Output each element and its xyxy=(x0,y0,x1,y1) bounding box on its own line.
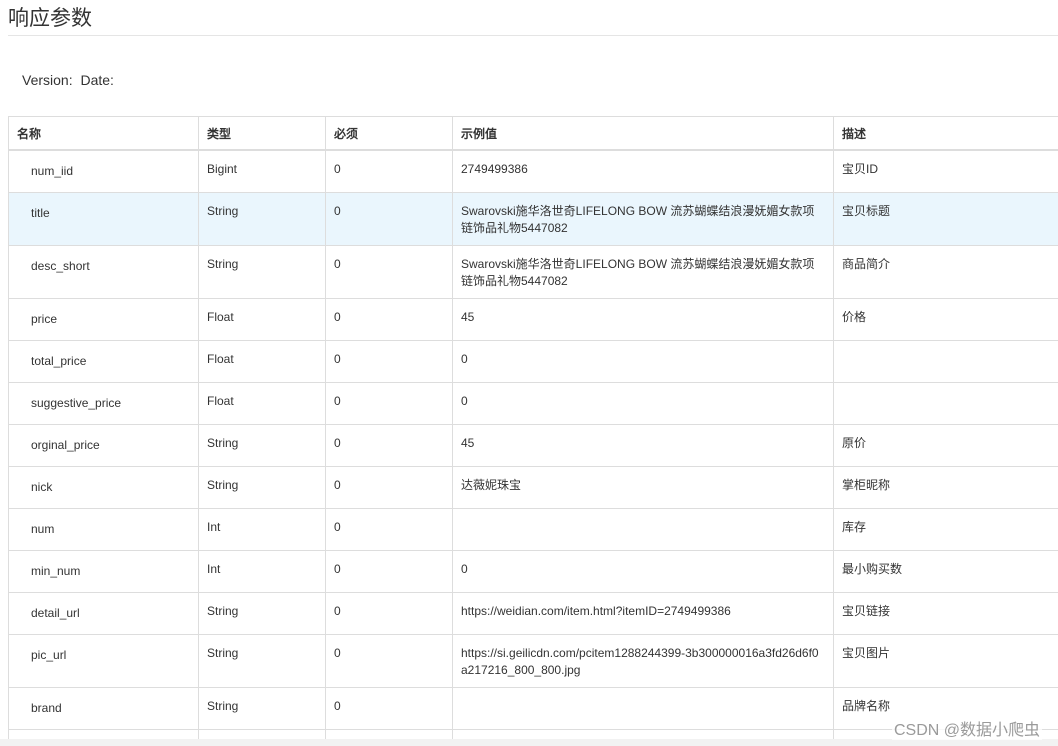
param-type: String xyxy=(198,634,326,688)
param-example: 0 xyxy=(452,382,834,425)
param-required: 0 xyxy=(325,192,453,246)
param-type: Float xyxy=(198,340,326,383)
api-doc-page: 响应参数 Version: Date: 名称 类型 必须 示例值 描述 num_… xyxy=(0,0,1058,746)
param-example: https://si.geilicdn.com/pcitem1288244399… xyxy=(452,634,834,688)
param-name: title xyxy=(8,192,199,246)
param-example: 0 xyxy=(452,340,834,383)
param-name: suggestive_price xyxy=(8,382,199,425)
param-type: String xyxy=(198,592,326,635)
param-type: String xyxy=(198,424,326,467)
table-row: nick String 0 达薇妮珠宝 掌柜昵称 xyxy=(8,466,1058,509)
table-row: suggestive_price Float 0 0 xyxy=(8,382,1058,425)
param-type: String xyxy=(198,466,326,509)
param-type: Float xyxy=(198,298,326,341)
header-required: 必须 xyxy=(325,116,453,151)
table-row: total_price Float 0 0 xyxy=(8,340,1058,383)
param-description: 最小购买数 xyxy=(833,550,1058,593)
param-type: Int xyxy=(198,550,326,593)
param-name: num xyxy=(8,508,199,551)
param-name: detail_url xyxy=(8,592,199,635)
header-type: 类型 xyxy=(198,116,326,151)
header-example: 示例值 xyxy=(452,116,834,151)
param-description: 掌柜昵称 xyxy=(833,466,1058,509)
page-bottom-band xyxy=(0,739,1058,746)
param-type: Float xyxy=(198,382,326,425)
table-row: min_num Int 0 0 最小购买数 xyxy=(8,550,1058,593)
param-description: 宝贝标题 xyxy=(833,192,1058,246)
param-type: String xyxy=(198,192,326,246)
param-name: orginal_price xyxy=(8,424,199,467)
param-description xyxy=(833,340,1058,383)
version-label: Version: xyxy=(22,72,73,88)
param-example: 达薇妮珠宝 xyxy=(452,466,834,509)
table-header-row: 名称 类型 必须 示例值 描述 xyxy=(8,116,1058,151)
param-name: total_price xyxy=(8,340,199,383)
param-description: 原价 xyxy=(833,424,1058,467)
param-example: Swarovski施华洛世奇LIFELONG BOW 流苏蝴蝶结浪漫妩媚女款项链… xyxy=(452,192,834,246)
table-row: title String 0 Swarovski施华洛世奇LIFELONG BO… xyxy=(8,192,1058,246)
param-type: String xyxy=(198,245,326,299)
param-example: 45 xyxy=(452,298,834,341)
param-example: Swarovski施华洛世奇LIFELONG BOW 流苏蝴蝶结浪漫妩媚女款项链… xyxy=(452,245,834,299)
param-type: Bigint xyxy=(198,149,326,193)
param-name: brand xyxy=(8,687,199,730)
param-required: 0 xyxy=(325,550,453,593)
param-required: 0 xyxy=(325,592,453,635)
param-example xyxy=(452,687,834,730)
param-required: 0 xyxy=(325,298,453,341)
param-description xyxy=(833,382,1058,425)
title-divider xyxy=(8,35,1058,36)
param-name: desc_short xyxy=(8,245,199,299)
param-description: 价格 xyxy=(833,298,1058,341)
section-title: 响应参数 xyxy=(8,7,92,30)
param-description: 宝贝ID xyxy=(833,149,1058,193)
param-required: 0 xyxy=(325,382,453,425)
table-row: orginal_price String 0 45 原价 xyxy=(8,424,1058,467)
param-example: 45 xyxy=(452,424,834,467)
param-type: Int xyxy=(198,508,326,551)
param-example: 0 xyxy=(452,550,834,593)
param-description: 库存 xyxy=(833,508,1058,551)
table-row: detail_url String 0 https://weidian.com/… xyxy=(8,592,1058,635)
param-required: 0 xyxy=(325,466,453,509)
param-description: 商品简介 xyxy=(833,245,1058,299)
param-required: 0 xyxy=(325,340,453,383)
header-name: 名称 xyxy=(8,116,199,151)
version-date-line: Version: Date: xyxy=(22,72,114,88)
table-row: num_iid Bigint 0 2749499386 宝贝ID xyxy=(8,149,1058,193)
table-row: pic_url String 0 https://si.geilicdn.com… xyxy=(8,634,1058,688)
param-name: nick xyxy=(8,466,199,509)
header-description: 描述 xyxy=(833,116,1058,151)
table-row: price Float 0 45 价格 xyxy=(8,298,1058,341)
param-name: num_iid xyxy=(8,149,199,193)
watermark: CSDN @数据小爬虫 xyxy=(891,716,1042,740)
param-required: 0 xyxy=(325,508,453,551)
date-label: Date: xyxy=(80,72,114,88)
param-example: 2749499386 xyxy=(452,149,834,193)
param-required: 0 xyxy=(325,245,453,299)
param-name: price xyxy=(8,298,199,341)
param-required: 0 xyxy=(325,634,453,688)
param-description: 宝贝图片 xyxy=(833,634,1058,688)
param-example xyxy=(452,508,834,551)
param-name: pic_url xyxy=(8,634,199,688)
table-row: desc_short String 0 Swarovski施华洛世奇LIFELO… xyxy=(8,245,1058,299)
param-name: min_num xyxy=(8,550,199,593)
param-type: String xyxy=(198,687,326,730)
param-description: 宝贝链接 xyxy=(833,592,1058,635)
param-required: 0 xyxy=(325,424,453,467)
response-params-table: 名称 类型 必须 示例值 描述 num_iid Bigint 0 2749499… xyxy=(8,116,1058,746)
table-row: num Int 0 库存 xyxy=(8,508,1058,551)
param-required: 0 xyxy=(325,687,453,730)
param-example: https://weidian.com/item.html?itemID=274… xyxy=(452,592,834,635)
param-required: 0 xyxy=(325,149,453,193)
